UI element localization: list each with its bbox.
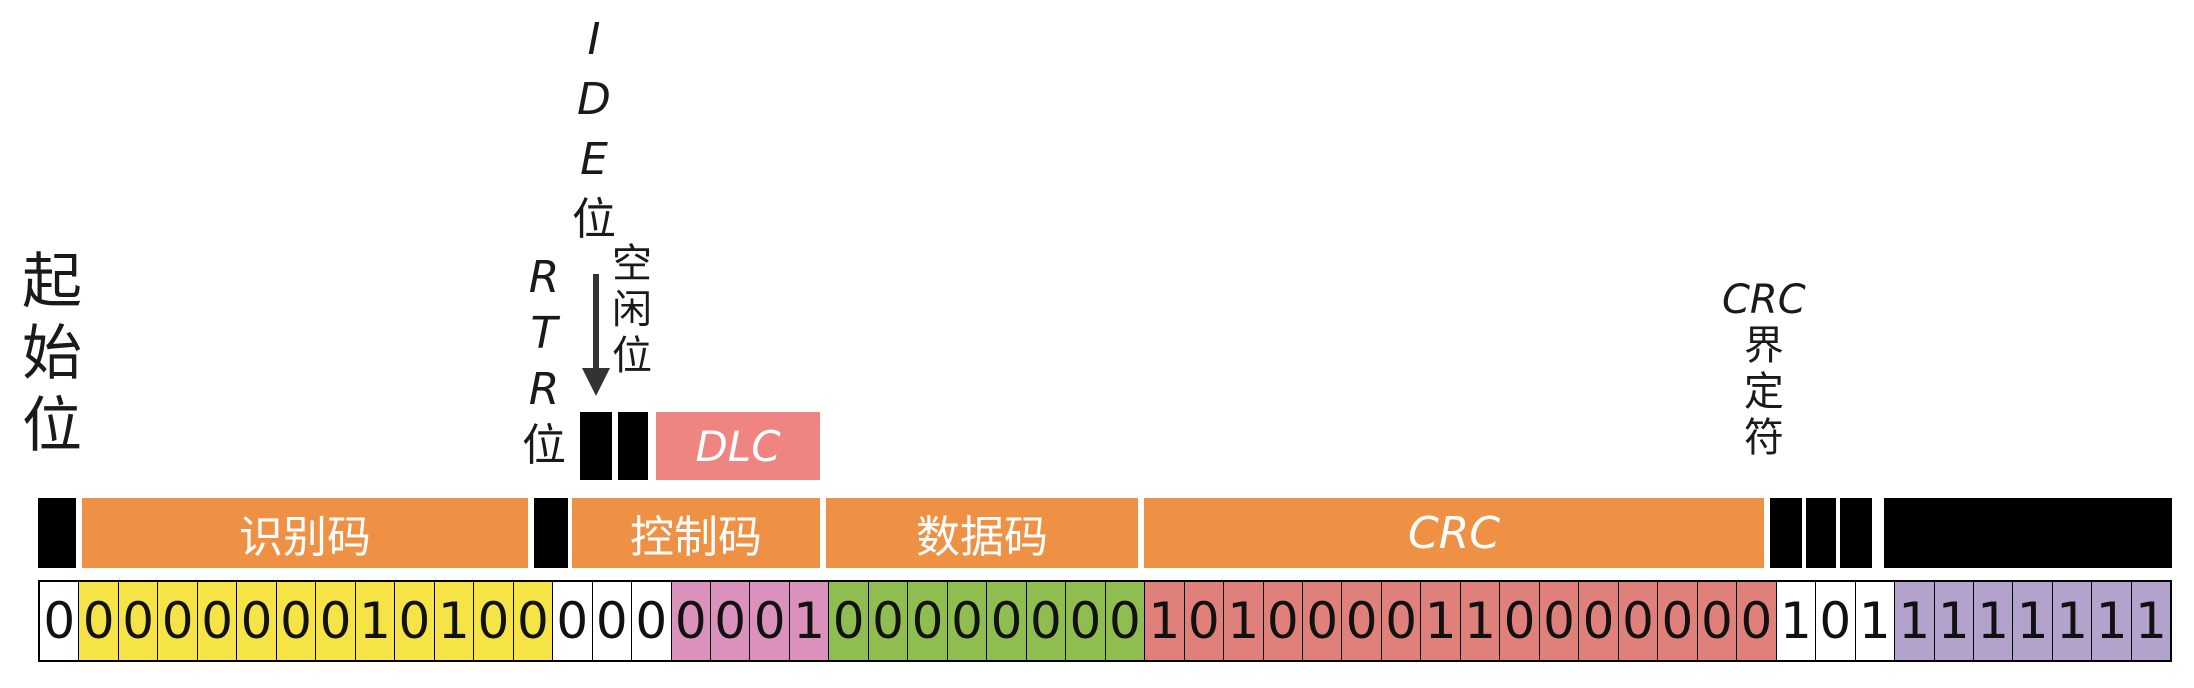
bit-cell-crc: 0 (1737, 582, 1777, 660)
ide-bit-marker (580, 412, 612, 480)
bit-cell-crc: 0 (1381, 582, 1422, 660)
identifier-field: 识别码 (82, 498, 528, 568)
bit-cell-data: 0 (1066, 582, 1106, 660)
bit-stream: 0000000010100000000100000000101000011000… (38, 580, 2172, 662)
bit-cell-identifier: 1 (434, 582, 475, 660)
bit-cell-identifier: 0 (158, 582, 198, 660)
rtr-label-char: 位 (522, 420, 566, 471)
bit-cell-crc: 0 (1342, 582, 1382, 660)
bit-cell-data: 0 (1105, 582, 1146, 660)
rtr-label-char: T (530, 308, 558, 359)
idle-label-char: 位 (612, 333, 652, 379)
crc-delimiter-label-char: CRC (1722, 277, 1806, 323)
bit-cell-identifier: 0 (316, 582, 356, 660)
bit-cell-crc: 1 (1145, 582, 1185, 660)
start-bit-label-char: 始 (22, 319, 82, 389)
bit-cell-crc: 0 (1658, 582, 1698, 660)
bit-cell-identifier: 0 (276, 582, 317, 660)
ide-label-char: E (580, 134, 608, 185)
start-bit-block (38, 498, 76, 568)
bit-cell-dlc: 0 (710, 582, 751, 660)
bit-cell-data: 0 (908, 582, 948, 660)
bit-cell-eof: 1 (1895, 582, 1935, 660)
bit-cell-eof: 1 (1934, 582, 1974, 660)
bit-cell-crc: 0 (1618, 582, 1659, 660)
bit-cell-eof: 1 (2013, 582, 2053, 660)
ack-delimiter-block (1840, 498, 1872, 568)
bit-cell-dlc: 1 (789, 582, 830, 660)
bit-cell-crc: 1 (1460, 582, 1501, 660)
ack-slot-block (1806, 498, 1836, 568)
bit-cell-identifier: 0 (79, 582, 119, 660)
bit-cell-rtr-ide-idle: 0 (592, 582, 633, 660)
start-bit-label-char: 位 (22, 391, 82, 461)
bit-cell-eof: 1 (2052, 582, 2093, 660)
bit-cell-delimiter-ack: 0 (1816, 582, 1856, 660)
bit-cell-identifier: 0 (118, 582, 159, 660)
bit-cell-data: 0 (987, 582, 1027, 660)
rtr-bit-block (534, 498, 568, 568)
bit-cell-identifier: 0 (395, 582, 435, 660)
ide-label-char: I (587, 14, 601, 65)
crc-delimiter-label-char: 符 (1743, 415, 1784, 461)
ide-bit-label: I D E 位 (572, 18, 616, 242)
crc-delimiter-block (1770, 498, 1802, 568)
bit-cell-start: 0 (40, 582, 80, 660)
bit-cell-delimiter-ack: 1 (1855, 582, 1896, 660)
ide-label-char: D (577, 74, 611, 125)
bit-cell-identifier: 0 (197, 582, 238, 660)
bit-cell-rtr-ide-idle: 0 (632, 582, 672, 660)
data-field: 数据码 (826, 498, 1138, 568)
bit-cell-identifier: 0 (237, 582, 277, 660)
bit-cell-crc: 0 (1184, 582, 1225, 660)
bit-cell-crc: 0 (1539, 582, 1580, 660)
bit-cell-data: 0 (947, 582, 988, 660)
crc-delimiter-label-char: 界 (1743, 323, 1784, 369)
idle-bit-marker (618, 412, 648, 480)
bit-cell-rtr-ide-idle: 0 (553, 582, 593, 660)
crc-delimiter-label-char: 定 (1743, 369, 1784, 415)
crc-field: CRC (1144, 498, 1764, 568)
bit-cell-eof: 1 (2092, 582, 2132, 660)
bit-cell-crc: 0 (1579, 582, 1619, 660)
end-of-frame-block (1884, 498, 2172, 568)
bit-cell-dlc: 0 (671, 582, 711, 660)
bit-cell-data: 0 (1026, 582, 1067, 660)
bit-cell-dlc: 0 (750, 582, 790, 660)
rtr-label-char: R (528, 252, 560, 303)
idle-label-char: 闲 (612, 287, 652, 333)
bit-cell-data: 0 (868, 582, 909, 660)
bit-cell-identifier: 0 (513, 582, 554, 660)
start-bit-label-char: 起 (22, 247, 82, 317)
control-field: 控制码 (572, 498, 820, 568)
bit-cell-crc: 1 (1421, 582, 1461, 660)
bit-cell-delimiter-ack: 1 (1776, 582, 1817, 660)
bit-cell-crc: 0 (1697, 582, 1738, 660)
bit-cell-identifier: 1 (355, 582, 396, 660)
ide-label-char: 位 (572, 194, 616, 245)
idle-bit-label: 空 闲 位 (612, 244, 652, 376)
bit-cell-data: 0 (829, 582, 869, 660)
ide-arrow (582, 274, 610, 396)
bit-cell-crc: 0 (1263, 582, 1303, 660)
bit-cell-eof: 1 (1973, 582, 2014, 660)
idle-label-char: 空 (612, 241, 652, 287)
bit-cell-identifier: 0 (474, 582, 514, 660)
bit-cell-crc: 1 (1224, 582, 1264, 660)
crc-delimiter-label: CRC 界 定 符 (1722, 280, 1806, 458)
bit-cell-crc: 0 (1303, 582, 1343, 660)
bit-cell-eof: 1 (2131, 582, 2171, 660)
rtr-label-char: R (528, 364, 560, 415)
dlc-box: DLC (656, 412, 820, 480)
start-bit-label: 起 始 位 (22, 252, 82, 456)
bit-cell-crc: 0 (1500, 582, 1540, 660)
rtr-bit-label: R T R 位 (522, 256, 566, 468)
